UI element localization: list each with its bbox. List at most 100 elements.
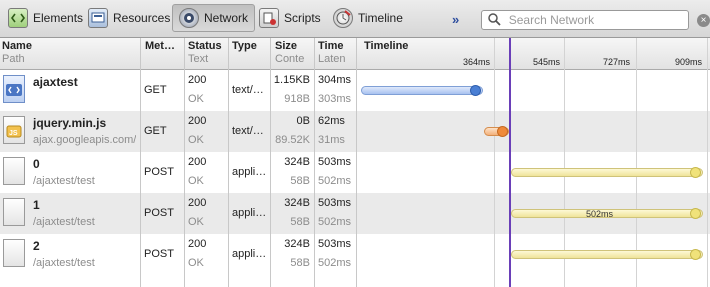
request-size: 0B <box>296 115 310 127</box>
toolbar: Elements Resources Network Scripts Timel… <box>0 0 710 38</box>
request-status: 200 <box>188 74 207 86</box>
request-status-text: OK <box>188 257 204 269</box>
resources-icon <box>88 8 108 28</box>
request-latency: 502ms <box>318 216 352 228</box>
timeline-tick-label: 909ms <box>675 57 703 67</box>
timeline-bar-label: 502ms <box>586 209 614 219</box>
request-type: text/… <box>232 84 264 96</box>
request-type: appli… <box>232 166 267 178</box>
column-header-status[interactable]: Status Text <box>188 40 222 66</box>
column-header-size[interactable]: Size Conte <box>275 40 304 66</box>
document-icon <box>3 157 25 185</box>
timeline-bar-end <box>690 249 701 260</box>
table-row[interactable]: JS jquery.min.js ajax.googleapis.com/ GE… <box>0 111 710 152</box>
network-panel-label: Network <box>204 11 249 25</box>
timeline-bar[interactable] <box>511 250 703 259</box>
request-path: /ajaxtest/test <box>33 257 95 269</box>
column-title-timeline: Timeline <box>364 40 409 52</box>
request-time: 503ms <box>318 156 352 168</box>
request-latency: 31ms <box>318 134 345 146</box>
column-title-size: Size <box>275 40 298 52</box>
request-content-size: 58B <box>290 216 310 228</box>
timeline-tick-label: 364ms <box>463 57 491 67</box>
request-size: 324B <box>284 238 310 250</box>
network-panel-button[interactable]: Network <box>172 4 256 32</box>
column-divider[interactable] <box>184 38 185 287</box>
grid-header: Name Path Met… Status Text Type Size Con… <box>0 38 710 70</box>
column-header-timeline[interactable]: Timeline <box>364 40 408 53</box>
column-header-time[interactable]: Time Laten <box>318 40 346 66</box>
search-box <box>481 10 689 30</box>
request-content-size: 89.52K <box>275 134 310 146</box>
more-panels-chevron-icon[interactable]: » <box>452 12 459 27</box>
column-header-type[interactable]: Type <box>232 40 257 53</box>
column-sub-content: Conte <box>275 53 305 65</box>
column-title-type: Type <box>232 40 257 52</box>
table-row[interactable]: ajaxtest GET 200 OK text/… 1.15KB 918B 3… <box>0 70 710 111</box>
column-sub-text: Text <box>188 53 209 65</box>
network-icon <box>179 8 199 28</box>
request-path: /ajaxtest/test <box>33 175 95 187</box>
network-grid: Name Path Met… Status Text Type Size Con… <box>0 38 710 287</box>
request-latency: 502ms <box>318 257 352 269</box>
dom-content-loaded-marker <box>509 38 511 287</box>
html-file-icon <box>3 75 25 103</box>
request-method: GET <box>144 125 167 137</box>
request-status-text: OK <box>188 175 204 187</box>
column-divider[interactable] <box>314 38 315 287</box>
request-type: appli… <box>232 207 267 219</box>
column-title-status: Status <box>188 40 222 52</box>
request-status: 200 <box>188 115 207 127</box>
request-size: 324B <box>284 156 310 168</box>
request-status: 200 <box>188 238 207 250</box>
request-status: 200 <box>188 156 207 168</box>
search-icon <box>488 13 501 26</box>
request-status: 200 <box>188 197 207 209</box>
request-time: 304ms <box>318 74 352 86</box>
svg-text:JS: JS <box>9 130 18 137</box>
timeline-bar[interactable] <box>361 86 483 95</box>
column-sub-latency: Laten <box>318 53 346 65</box>
request-status-text: OK <box>188 134 204 146</box>
timeline-tick-label: 545ms <box>533 57 561 67</box>
request-status-text: OK <box>188 216 204 228</box>
scripts-panel-button[interactable]: Scripts <box>253 4 327 32</box>
document-icon <box>3 239 25 267</box>
request-type: appli… <box>232 248 267 260</box>
timeline-icon <box>333 8 353 28</box>
elements-panel-label: Elements <box>33 11 84 25</box>
resources-panel-button[interactable]: Resources <box>82 4 176 32</box>
request-path: ajax.googleapis.com/ <box>33 134 137 146</box>
request-latency: 303ms <box>318 93 352 105</box>
request-type: text/… <box>232 125 264 137</box>
request-latency: 502ms <box>318 175 352 187</box>
timeline-panel-button[interactable]: Timeline <box>327 4 409 32</box>
timeline-tick-label: 727ms <box>603 57 631 67</box>
request-content-size: 58B <box>290 175 310 187</box>
column-divider[interactable] <box>140 38 141 287</box>
request-method: POST <box>144 248 174 260</box>
request-method: POST <box>144 207 174 219</box>
close-icon[interactable]: × <box>697 14 710 27</box>
timeline-bar-end <box>470 85 481 96</box>
search-network-input[interactable] <box>506 12 688 28</box>
column-divider[interactable] <box>228 38 229 287</box>
request-time: 62ms <box>318 115 345 127</box>
column-divider[interactable] <box>356 38 357 287</box>
request-content-size: 918B <box>284 93 310 105</box>
elements-panel-button[interactable]: Elements <box>2 4 89 32</box>
resources-panel-label: Resources <box>113 11 171 25</box>
timeline-bar[interactable] <box>511 168 703 177</box>
timeline-gridline <box>707 38 708 287</box>
column-title-name: Name <box>2 40 32 52</box>
request-status-text: OK <box>188 93 204 105</box>
column-title-method: Met… <box>145 40 175 52</box>
js-file-icon: JS <box>3 116 25 144</box>
scripts-panel-label: Scripts <box>284 11 321 25</box>
timeline-gridline <box>494 38 495 287</box>
request-method: POST <box>144 166 174 178</box>
column-header-name[interactable]: Name Path <box>2 40 32 66</box>
column-sub-path: Path <box>2 53 25 65</box>
column-divider[interactable] <box>270 38 271 287</box>
column-header-method[interactable]: Met… <box>145 40 175 53</box>
